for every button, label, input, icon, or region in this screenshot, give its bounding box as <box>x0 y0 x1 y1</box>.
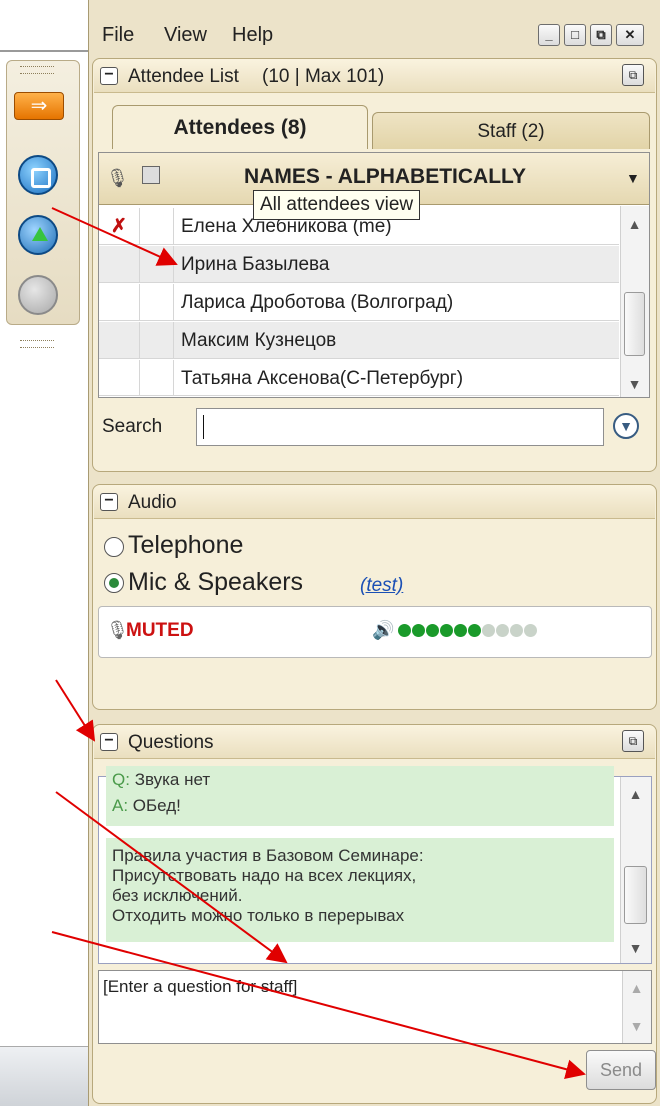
tab-staff-label: Staff (2) <box>477 121 545 142</box>
send-button[interactable]: Send <box>586 1050 656 1090</box>
toolbar-grip-bottom[interactable] <box>20 340 54 348</box>
attendee-name: Лариса Дроботова (Волгоград) <box>181 292 454 313</box>
telephone-label: Telephone <box>128 531 244 559</box>
collapse-audio-icon[interactable]: − <box>100 493 118 511</box>
speaker-icon[interactable]: 🔊 <box>372 620 394 641</box>
question-input[interactable]: [Enter a question for staff] <box>98 970 652 1044</box>
screen-cell <box>139 360 174 395</box>
volume-level-dot <box>426 624 439 637</box>
screen-cell <box>139 322 174 358</box>
sort-header[interactable]: NAMES - ALPHABETICALLY <box>244 165 526 189</box>
send-label: Send <box>599 1060 643 1080</box>
raise-hand-icon[interactable] <box>18 215 58 255</box>
screen-cell <box>139 208 174 244</box>
tab-attendees[interactable]: Attendees (8) <box>112 105 368 149</box>
attendee-name: Татьяна Аксенова(С-Петербург) <box>181 368 464 389</box>
sort-dropdown-icon[interactable]: ▼ <box>626 170 640 186</box>
text-cursor <box>203 415 204 439</box>
volume-level-dot <box>496 624 509 637</box>
answer-text: ОБед! <box>132 796 181 815</box>
mic-speakers-radio[interactable] <box>104 573 124 593</box>
menu-help[interactable]: Help <box>232 24 273 47</box>
volume-level-dot <box>524 624 537 637</box>
menu-view[interactable]: View <box>164 24 207 47</box>
volume-level-dot <box>510 624 523 637</box>
mic-cell <box>99 284 140 320</box>
tab-staff[interactable]: Staff (2) <box>372 112 650 149</box>
message-line: без исключений. <box>112 886 243 905</box>
attendee-name: Максим Кузнецов <box>181 330 337 351</box>
screen-cell <box>139 246 174 282</box>
message-line: Присутствовать надо на всех лекциях, <box>112 866 417 885</box>
qa-entry: Q: Звука нет A: ОБед! <box>106 766 614 826</box>
message-line: Правила участия в Базовом Семинаре: <box>112 846 424 865</box>
answer-prefix: A: <box>112 796 129 815</box>
attendee-row[interactable]: Ирина Базылева <box>99 246 619 283</box>
screen-column-icon[interactable] <box>142 166 160 184</box>
scroll-thumb[interactable] <box>624 866 647 924</box>
volume-level-dot <box>398 624 411 637</box>
tooltip: All attendees view <box>253 190 421 220</box>
maximize-icon[interactable]: □ <box>564 24 586 46</box>
mic-cell <box>99 246 140 282</box>
questions-title: Questions <box>128 732 214 753</box>
mic-cell <box>99 360 140 395</box>
volume-level-dot <box>440 624 453 637</box>
telephone-radio[interactable] <box>104 537 124 557</box>
close-icon[interactable]: ✕ <box>616 24 644 46</box>
draw-tool-icon <box>18 275 58 315</box>
menu-file[interactable]: File <box>102 24 134 47</box>
popout-attendees-icon[interactable]: ⧉ <box>622 64 644 86</box>
attendee-name: Ирина Базылева <box>181 254 330 275</box>
question-text: Звука нет <box>134 770 211 789</box>
attendee-list-title: Attendee List <box>128 66 239 87</box>
search-options-icon[interactable]: ▼ <box>613 413 639 439</box>
announcement-message: Правила участия в Базовом Семинаре: Прис… <box>106 838 614 942</box>
toolbar-grip[interactable] <box>20 66 54 74</box>
question-prefix: Q: <box>112 770 130 789</box>
volume-level-dot <box>468 624 481 637</box>
muted-mic-icon: ✗ <box>111 216 127 237</box>
background-window-bottom <box>0 1046 88 1106</box>
scroll-down-icon[interactable]: ▼ <box>620 940 651 956</box>
screen-cell <box>139 284 174 320</box>
volume-level-dot <box>454 624 467 637</box>
restore-icon[interactable]: ⧉ <box>590 24 612 46</box>
scroll-up-icon[interactable]: ▲ <box>620 216 649 232</box>
attendee-count: (10 | Max 101) <box>262 66 385 87</box>
tab-attendees-label: Attendees (8) <box>173 116 307 139</box>
scroll-thumb[interactable] <box>624 292 645 356</box>
mic-column-icon[interactable]: 🎙 <box>106 168 129 189</box>
attendee-row[interactable]: Максим Кузнецов <box>99 322 619 359</box>
minimize-icon[interactable]: _ <box>538 24 560 46</box>
attendee-row[interactable]: Лариса Дроботова (Волгоград) <box>99 284 619 321</box>
volume-level-dot <box>412 624 425 637</box>
attendee-row[interactable]: Татьяна Аксенова(С-Петербург) <box>99 360 619 396</box>
audio-title: Audio <box>128 492 177 513</box>
scroll-up-icon[interactable]: ▲ <box>620 786 651 802</box>
search-input[interactable] <box>196 408 604 446</box>
muted-status: MUTED <box>126 620 194 641</box>
collapse-questions-icon[interactable]: − <box>100 733 118 751</box>
mic-cell <box>99 322 140 358</box>
audio-header <box>94 485 655 519</box>
message-line: Отходить можно только в перерывах <box>112 906 405 925</box>
mic-cell: ✗ <box>99 208 140 244</box>
mic-speakers-label: Mic & Speakers <box>128 568 304 596</box>
screen-share-icon[interactable] <box>18 155 58 195</box>
scroll-up-icon[interactable]: ▲ <box>622 980 651 996</box>
test-audio-link[interactable]: (test) <box>360 575 403 597</box>
volume-level-meter <box>398 624 538 642</box>
show-hide-panel-icon[interactable]: ⇒ <box>14 92 64 120</box>
popout-questions-icon[interactable]: ⧉ <box>622 730 644 752</box>
question-input-placeholder: [Enter a question for staff] <box>103 977 298 996</box>
scroll-down-icon[interactable]: ▼ <box>620 376 649 392</box>
background-window-top <box>0 0 88 52</box>
search-label: Search <box>102 416 163 437</box>
collapse-attendees-icon[interactable]: − <box>100 67 118 85</box>
scroll-down-icon[interactable]: ▼ <box>622 1018 651 1034</box>
volume-level-dot <box>482 624 495 637</box>
